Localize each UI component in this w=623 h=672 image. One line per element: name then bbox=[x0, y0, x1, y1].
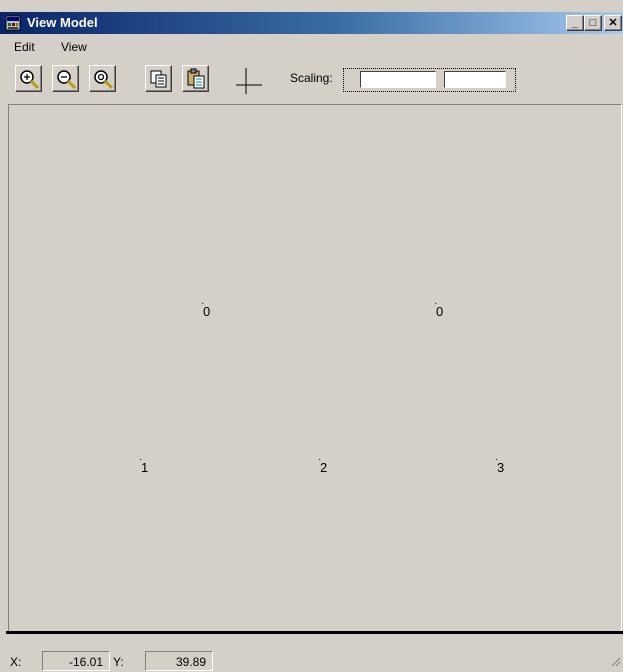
paste-button[interactable] bbox=[182, 65, 209, 92]
title-bar[interactable]: View Model _ □ ✕ bbox=[0, 12, 623, 34]
maximize-button[interactable]: □ bbox=[584, 15, 602, 31]
crosshair-icon bbox=[236, 68, 262, 94]
zoom-out-button[interactable] bbox=[52, 65, 79, 92]
scale-y-input[interactable] bbox=[444, 71, 506, 88]
scaling-label: Scaling: bbox=[290, 71, 333, 85]
zoom-reset-icon bbox=[94, 70, 114, 90]
zoom-reset-button[interactable] bbox=[89, 65, 116, 92]
menu-view[interactable]: View bbox=[61, 40, 87, 54]
y-coordinate-field: 39.89 bbox=[145, 651, 213, 671]
status-bar: X: -16.01 Y: 39.89 bbox=[0, 648, 623, 672]
x-label: X: bbox=[10, 655, 22, 669]
minimize-button[interactable]: _ bbox=[566, 15, 584, 31]
model-node[interactable]: · 1 bbox=[139, 455, 148, 476]
zoom-in-icon bbox=[20, 70, 40, 90]
app-icon bbox=[5, 15, 21, 31]
scaling-group bbox=[343, 68, 516, 92]
resize-grip-icon[interactable] bbox=[609, 655, 621, 670]
menu-bar: Edit View bbox=[0, 36, 623, 58]
model-node[interactable]: · 0 bbox=[434, 299, 443, 320]
crosshair-button[interactable] bbox=[233, 65, 262, 94]
window-title: View Model bbox=[27, 15, 98, 30]
model-node[interactable]: · 0 bbox=[201, 299, 210, 320]
model-node[interactable]: · 3 bbox=[495, 455, 504, 476]
model-canvas[interactable]: · 0 · 0 · 1 · 2 · 3 bbox=[8, 104, 622, 632]
copy-button[interactable] bbox=[145, 65, 172, 92]
scale-x-input[interactable] bbox=[360, 71, 436, 88]
toolbar: Scaling: bbox=[0, 61, 623, 101]
zoom-out-icon bbox=[57, 70, 77, 90]
y-label: Y: bbox=[113, 655, 124, 669]
close-button[interactable]: ✕ bbox=[604, 15, 622, 31]
model-node[interactable]: · 2 bbox=[318, 455, 327, 476]
copy-icon bbox=[150, 70, 167, 88]
zoom-in-button[interactable] bbox=[15, 65, 42, 92]
menu-edit[interactable]: Edit bbox=[14, 40, 35, 54]
paste-icon bbox=[187, 68, 205, 89]
canvas-divider bbox=[6, 631, 623, 634]
x-coordinate-field: -16.01 bbox=[42, 651, 110, 671]
